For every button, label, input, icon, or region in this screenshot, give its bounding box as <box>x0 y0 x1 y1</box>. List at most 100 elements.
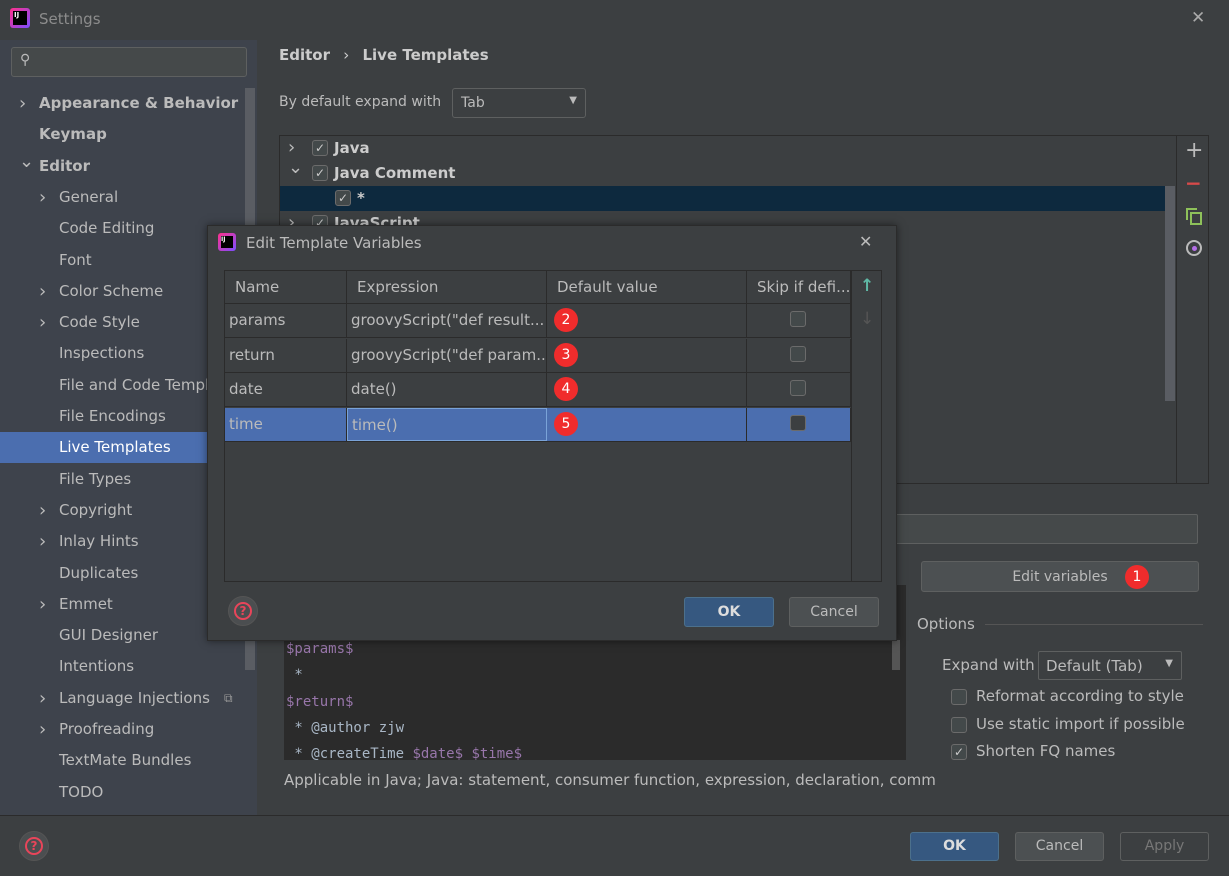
checkbox[interactable]: ✓ <box>312 165 328 181</box>
expand-default-select[interactable]: Tab ▼ <box>452 88 586 118</box>
help-icon: ? <box>234 602 252 620</box>
table-row[interactable]: date date() 4 <box>225 373 851 407</box>
remove-icon[interactable]: − <box>1185 171 1202 195</box>
skip-checkbox[interactable] <box>790 345 806 362</box>
dialog-ok-button[interactable]: OK <box>684 597 774 627</box>
chevron-right-icon[interactable]: › <box>39 182 46 213</box>
sidebar-item[interactable]: Intentions <box>0 651 245 682</box>
table-row[interactable]: params groovyScript("def result... 2 <box>225 304 851 338</box>
code-line: $return$ <box>286 694 353 710</box>
dialog-cancel-button[interactable]: Cancel <box>789 597 879 627</box>
sidebar-item[interactable]: TextMate Bundles <box>0 745 245 776</box>
chevron-down-icon[interactable]: ⌄ <box>288 157 303 178</box>
option-checkbox[interactable] <box>951 716 967 733</box>
ok-label: OK <box>943 838 966 854</box>
sidebar-item[interactable]: › Proofreading <box>0 714 245 745</box>
move-up-icon[interactable]: ↑ <box>860 276 874 296</box>
tree-scrollbar[interactable] <box>1165 186 1175 401</box>
close-icon[interactable]: ✕ <box>1191 8 1205 28</box>
cell-expression[interactable]: groovyScript("def param... <box>347 338 547 372</box>
chevron-down-icon: ▼ <box>569 95 577 106</box>
dialog-help-button[interactable]: ? <box>228 596 258 626</box>
template-variable: $params$ <box>286 641 354 657</box>
column-expression[interactable]: Expression <box>347 271 547 303</box>
edit-variables-button[interactable]: Edit variables <box>921 561 1199 592</box>
sidebar-item[interactable]: TODO <box>0 777 245 808</box>
help-icon: ? <box>25 837 43 855</box>
template-variable: $return$ <box>286 693 354 710</box>
table-row[interactable]: time time() 5 <box>225 407 851 442</box>
tree-row[interactable]: ✓ * <box>280 186 1175 211</box>
sidebar-item[interactable]: ⌄ Editor <box>0 151 245 182</box>
sidebar-item[interactable]: Keymap <box>0 119 245 150</box>
annotation-badge: 5 <box>554 411 578 436</box>
sidebar-item-label: Proofreading <box>59 720 155 738</box>
cell-skip <box>747 338 851 372</box>
sidebar-item-label: Appearance & Behavior <box>39 94 239 112</box>
table-row[interactable]: return groovyScript("def param... 3 <box>225 338 851 373</box>
apply-button[interactable]: Apply <box>1120 832 1209 861</box>
annotation-badge: 1 <box>1125 565 1149 589</box>
skip-checkbox[interactable] <box>790 380 806 396</box>
chevron-right-icon[interactable]: › <box>39 589 46 620</box>
annotation-badge: 4 <box>554 377 578 401</box>
option-checkbox[interactable] <box>951 689 967 705</box>
editor-scrollbar[interactable] <box>892 640 900 670</box>
sidebar-item[interactable]: › Language Injections ⧉ <box>0 683 245 714</box>
chevron-right-icon[interactable]: › <box>19 88 26 119</box>
expand-with-select[interactable]: Default (Tab) ▼ <box>1038 651 1182 680</box>
expand-default-label: By default expand with <box>279 94 442 110</box>
help-button[interactable]: ? <box>19 831 49 861</box>
breadcrumb: Editor › Live Templates <box>279 46 489 64</box>
checkbox[interactable]: ✓ <box>335 190 351 206</box>
cell-name[interactable]: date <box>225 373 347 406</box>
cell-name[interactable]: return <box>225 338 347 372</box>
sidebar-item-label: Editor <box>39 156 90 175</box>
tree-row[interactable]: ⌄ ✓ Java Comment <box>280 157 1175 186</box>
abbreviation-input[interactable] <box>880 514 1198 544</box>
add-icon[interactable]: + <box>1185 138 1203 163</box>
option-checkbox[interactable]: ✓ <box>951 744 967 760</box>
column-skip-if-defined[interactable]: Skip if defi... <box>747 271 851 303</box>
chevron-right-icon[interactable]: › <box>39 683 46 714</box>
cell-expression[interactable]: date() <box>347 373 547 406</box>
checkbox[interactable]: ✓ <box>312 140 328 156</box>
select-value: Tab <box>461 95 485 111</box>
chevron-right-icon[interactable]: › <box>39 495 46 526</box>
chevron-right-icon[interactable]: › <box>288 137 295 158</box>
edit-variables-label: Edit variables <box>1012 569 1108 585</box>
cell-expression[interactable]: time() <box>347 407 547 441</box>
ok-button[interactable]: OK <box>910 832 999 861</box>
sidebar-item-label: File Types <box>59 469 132 488</box>
chevron-right-icon[interactable]: › <box>39 307 46 338</box>
cell-name[interactable]: params <box>225 304 347 337</box>
dialog-close-icon[interactable]: ✕ <box>859 232 872 251</box>
chevron-right-icon[interactable]: › <box>39 714 46 745</box>
skip-checkbox[interactable] <box>790 311 806 327</box>
sidebar-item[interactable]: › Appearance & Behavior <box>0 88 245 119</box>
cancel-button[interactable]: Cancel <box>1015 832 1104 861</box>
chevron-right-icon[interactable]: › <box>39 526 46 557</box>
copy-icon[interactable] <box>1186 208 1202 225</box>
search-input[interactable]: ⚲ <box>11 47 247 77</box>
copy-icon: ⧉ <box>224 690 233 705</box>
option-label: Shorten FQ names <box>976 742 1116 760</box>
sidebar-item-label: GUI Designer <box>59 626 158 645</box>
cell-name[interactable]: time <box>225 407 347 441</box>
sidebar-item[interactable]: › General <box>0 182 245 213</box>
restore-icon[interactable] <box>1186 240 1202 256</box>
cell-expression[interactable]: groovyScript("def result... <box>347 304 547 337</box>
option-label: Reformat according to style <box>976 687 1184 705</box>
skip-checkbox[interactable] <box>790 414 806 431</box>
applicable-contexts[interactable]: Applicable in Java; Java: statement, con… <box>284 771 936 789</box>
column-name[interactable]: Name <box>225 271 347 303</box>
search-icon: ⚲ <box>20 52 31 68</box>
app-logo-icon: IJ <box>10 8 30 28</box>
chevron-right-icon[interactable]: › <box>39 276 46 307</box>
move-down-icon[interactable]: ↓ <box>860 309 874 329</box>
chevron-down-icon[interactable]: ⌄ <box>19 146 34 177</box>
breadcrumb-parent[interactable]: Editor <box>279 46 330 64</box>
sidebar-item-label: Language Injections <box>59 688 210 707</box>
tree-row[interactable]: › ✓ Java <box>280 136 1175 161</box>
column-default-value[interactable]: Default value <box>547 271 747 303</box>
